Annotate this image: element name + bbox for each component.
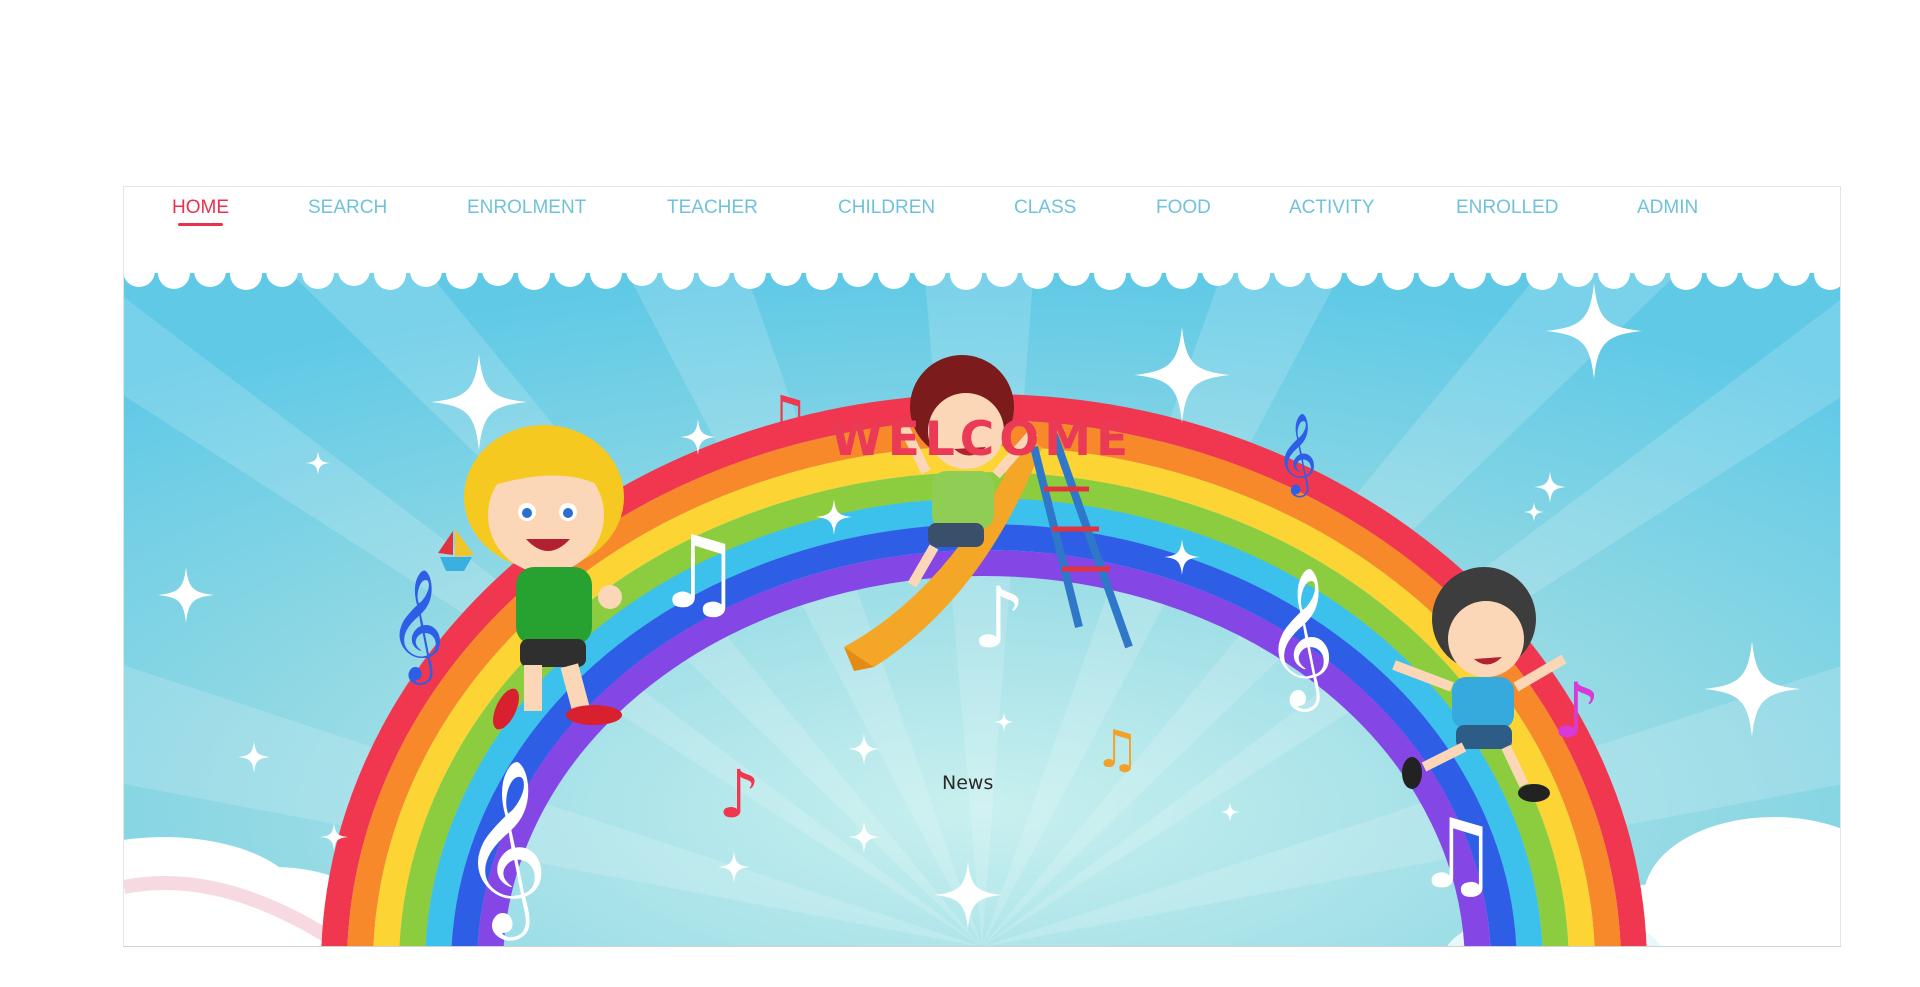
- nav-label-search: SEARCH: [308, 197, 388, 218]
- eighth-note-icon: ♪: [972, 569, 1026, 667]
- nav-label-class: CLASS: [1014, 197, 1077, 218]
- nav-label-activity: ACTIVITY: [1289, 197, 1375, 218]
- nav-label-teacher: TEACHER: [667, 197, 758, 218]
- nav-label-food: FOOD: [1156, 197, 1211, 218]
- footer-divider: [123, 946, 1841, 947]
- nav-item-home[interactable]: HOME: [172, 197, 229, 226]
- nav-item-food[interactable]: FOOD: [1156, 197, 1211, 219]
- nav-label-enrolment: ENROLMENT: [467, 197, 587, 218]
- treble-clef-icon: 𝄞: [388, 568, 445, 685]
- news-link[interactable]: News: [942, 772, 993, 794]
- nav-item-enrolled[interactable]: ENROLLED: [1456, 197, 1558, 219]
- treble-clef-icon: 𝄞: [460, 759, 549, 941]
- nav-item-class[interactable]: CLASS: [1014, 197, 1076, 219]
- nav-label-children: CHILDREN: [838, 197, 936, 218]
- beamed-notes-icon: ♫: [654, 514, 744, 631]
- nav-item-children[interactable]: CHILDREN: [838, 197, 935, 219]
- hero-banner: ♫ 𝄞 𝄞 ♫ ♪ 𝄞 ♪ ♫ ♪ 𝄞 ♫ WELCOME News: [124, 267, 1840, 947]
- treble-clef-icon: 𝄞: [1264, 567, 1335, 712]
- beamed-notes-icon: ♫: [1094, 720, 1141, 780]
- nav-item-search[interactable]: SEARCH: [308, 197, 387, 219]
- eighth-note-icon: ♪: [718, 756, 760, 833]
- beamed-notes-icon: ♫: [1414, 798, 1500, 910]
- nav-label-enrolled: ENROLLED: [1456, 197, 1559, 218]
- nav-item-admin[interactable]: ADMIN: [1637, 197, 1698, 219]
- nav-label-home: HOME: [172, 197, 229, 218]
- active-underline: [178, 223, 223, 226]
- welcome-title: WELCOME: [830, 412, 1134, 467]
- nav-item-activity[interactable]: ACTIVITY: [1289, 197, 1375, 219]
- eighth-note-icon: ♪: [1552, 666, 1601, 755]
- page-frame: HOME SEARCH ENROLMENT TEACHER CHILDREN C…: [123, 186, 1841, 947]
- nav-label-admin: ADMIN: [1637, 197, 1699, 218]
- nav-item-enrolment[interactable]: ENROLMENT: [467, 197, 586, 219]
- hero-illustration: ♫ 𝄞 𝄞 ♫ ♪ 𝄞 ♪ ♫ ♪ 𝄞 ♫: [124, 267, 1840, 947]
- main-nav: HOME SEARCH ENROLMENT TEACHER CHILDREN C…: [124, 187, 1840, 267]
- nav-item-teacher[interactable]: TEACHER: [667, 197, 758, 219]
